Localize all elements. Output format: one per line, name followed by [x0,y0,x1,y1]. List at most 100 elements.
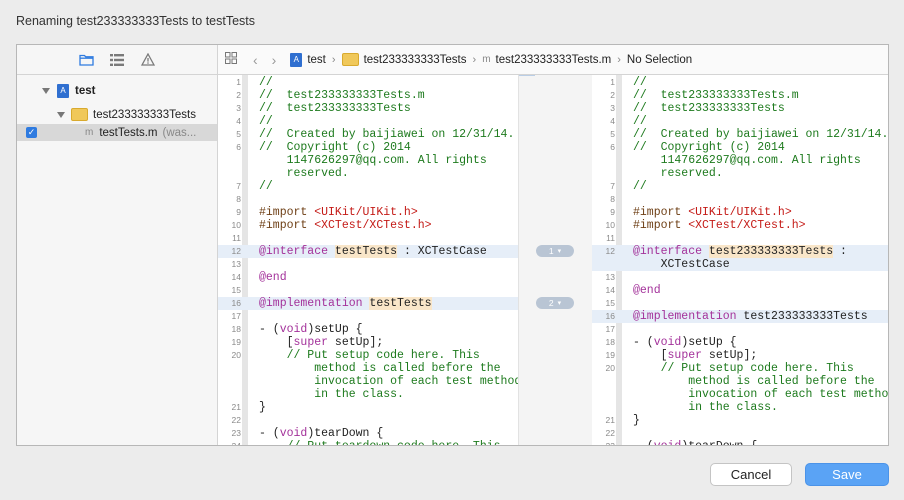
code-token: super [667,349,703,362]
code-token: // Copyright (c) 2014 [259,141,411,154]
code-line: 22 [218,414,518,427]
line-number: 20 [605,363,615,373]
include-checkbox[interactable]: ✓ [26,127,37,138]
back-arrow-icon[interactable]: ‹ [253,52,258,68]
line-number: 7 [610,181,615,191]
code-token: reserved. [633,167,723,180]
code-line: 18 - (void)setUp { [218,323,518,336]
code-token: void [279,323,308,336]
code-token: void [654,440,682,445]
grid-icon[interactable] [225,52,237,67]
cancel-button[interactable]: Cancel [710,463,792,486]
breadcrumb-group[interactable]: test233333333Tests [341,53,467,66]
code-text: XCTestCase [633,258,730,271]
line-number: 7 [236,181,241,191]
line-number: 2 [236,90,241,100]
tree-item-file[interactable]: ✓ m testTests.m (was... [17,124,217,141]
code-text: in the class. [259,388,404,401]
code-token: : [833,245,847,258]
code-line: method is called before the [218,362,518,375]
project-icon: A [290,52,303,67]
code-text: // Put setup code here. This [259,349,480,362]
line-number: 17 [231,311,241,321]
code-text: - (void)tearDown { [259,427,383,440]
code-text: method is called before the [633,375,874,388]
code-line: 14 @end [218,271,518,284]
tree-item-group[interactable]: test233333333Tests [17,106,217,123]
forward-arrow-icon[interactable]: › [272,52,277,68]
code-line: 14 @end [592,284,888,297]
breadcrumb-label: test [307,53,326,66]
code-token: // [259,76,273,89]
folder-icon[interactable] [78,53,94,67]
code-token: @end [633,284,661,297]
code-token: 1147626297@qq.com. All rights [259,154,487,167]
code-text: @end [633,284,661,297]
code-line: 15 [592,297,888,310]
code-line: 3 // test233333333Tests [218,102,518,115]
right-code-pane[interactable]: 1 // 2 // test233333333Tests.m 3 // test23333… [592,75,888,445]
code-line: 4 // [218,115,518,128]
line-number: 24 [218,440,241,445]
breadcrumb-project[interactable]: A test [290,52,326,67]
line-number: 16 [231,298,241,308]
code-token: setUp]; [702,349,758,362]
code-token: void [653,336,682,349]
code-token: XCTestCase [633,258,730,271]
code-line: 18 - (void)setUp { [592,336,888,349]
line-number: 11 [232,233,241,243]
code-text: } [259,401,266,414]
code-text: @interface testTests : XCTestCase [259,245,487,258]
code-line: reserved. [218,167,518,180]
code-text: // test233333333Tests [633,102,785,115]
code-line: 6 // Copyright (c) 2014 [592,141,888,154]
code-line: XCTestCase [592,258,888,271]
disclosure-triangle-icon[interactable] [42,87,50,94]
line-number: 16 [605,311,615,321]
code-token: setUp]; [328,336,384,349]
code-text: in the class. [633,401,778,414]
file-navigator: A test test233333333Tests ✓ m testTests.… [17,45,218,445]
code-token: #import [259,219,315,232]
code-token: <XCTest/XCTest.h> [314,219,432,232]
disclosure-triangle-icon[interactable] [57,111,65,118]
tree-item-project[interactable]: A test [17,82,217,99]
save-button[interactable]: Save [805,463,889,486]
code-token: // [633,180,647,193]
code-token: test233333333Tests [708,245,834,258]
change-badge[interactable]: 2 ▾ [536,297,574,309]
breadcrumb-file[interactable]: m test233333333Tests.m [482,54,611,66]
warning-icon[interactable] [141,53,156,67]
code-line: 1 // [592,76,888,89]
code-text: // test233333333Tests.m [633,89,799,102]
code-token: #import [633,206,689,219]
line-number: 13 [231,259,241,269]
chevron-right-icon: › [331,53,336,66]
code-text: // Created by baijiawei on 12/31/14. [633,128,888,141]
line-number: 9 [610,207,615,217]
breadcrumb-no-selection[interactable]: No Selection [627,54,692,66]
list-icon[interactable] [110,53,125,67]
code-line: 15 [218,284,518,297]
code-text: // [633,115,647,128]
code-token: // Put teardown code here. This [259,440,501,445]
code-line: 20 // Put setup code here. This [218,349,518,362]
change-badge-label: 2 [548,298,554,308]
code-text: // Copyright (c) 2014 [259,141,411,154]
code-line: reserved. [592,167,888,180]
code-token: - ( [633,336,654,349]
code-line: 20 // Put setup code here. This [592,362,888,375]
change-badge[interactable]: 1 ▾ [536,245,574,257]
code-line: 12 @interface testTests : XCTestCase [218,245,518,258]
code-line: 10 #import <XCTest/XCTest.h> [218,219,518,232]
code-line: invocation of each test method [592,388,888,401]
code-token: : XCTestCase [397,245,487,258]
code-line: 1147626297@qq.com. All rights [218,154,518,167]
chevron-right-icon: › [617,53,621,66]
line-number: 5 [236,129,241,139]
code-text: #import <XCTest/XCTest.h> [633,219,806,232]
left-code-pane[interactable]: 1 // 2 // test233333333Tests.m 3 // test23333… [218,75,518,445]
code-line: in the class. [592,401,888,414]
window-title: Renaming test233333333Tests to testTests [16,14,256,28]
code-token: - ( [259,427,280,440]
